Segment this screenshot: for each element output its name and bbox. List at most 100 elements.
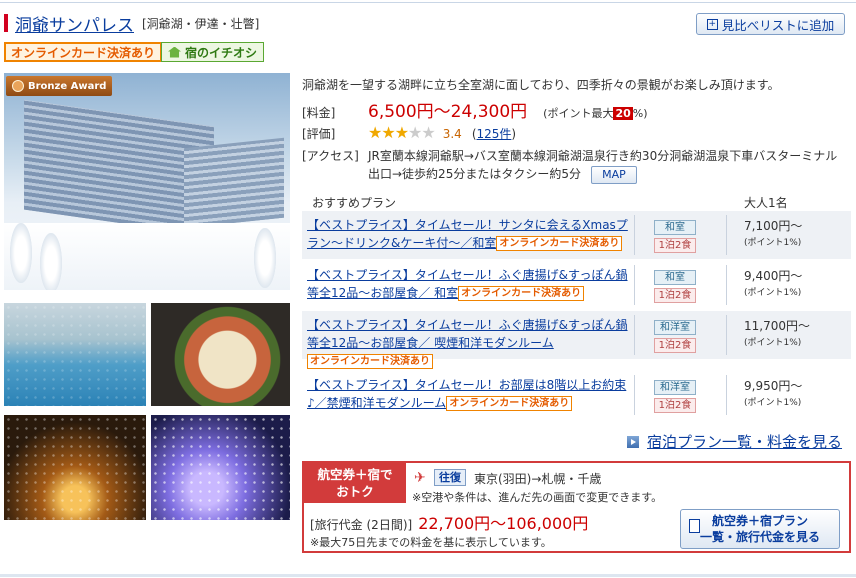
room-type-tag: 和洋室	[654, 320, 696, 335]
plan-header-label: おすすめプラン	[312, 196, 397, 210]
air-price-range: 22,700円〜106,000円	[418, 514, 589, 533]
meal-tag: 1泊2食	[654, 238, 696, 253]
plan-row: 【ベストプライス】タイムセール！サンタに会えるXmasプラン〜ドリンク&ケーキ付…	[302, 211, 851, 259]
column-divider	[634, 265, 635, 305]
illumination-photo[interactable]	[151, 415, 290, 520]
column-divider	[726, 265, 727, 305]
hotel-main-photo[interactable]: Bronze Award	[4, 73, 290, 290]
rating-row: [評価] ★★★★★ 3.4 (125件)	[302, 123, 516, 142]
plan-price: 9,400円〜	[744, 269, 803, 283]
online-payment-tag: オンラインカード決済あり	[446, 396, 573, 411]
plan-name: 【ベストプライス】タイムセール！ふぐ唐揚げ&すっぽん鍋等全12品〜お部屋食／ 喫…	[307, 316, 632, 370]
arrow-square-icon	[627, 435, 639, 448]
review-count-link[interactable]: 125件	[477, 127, 512, 141]
column-divider	[634, 215, 635, 255]
photo-texture	[151, 415, 290, 520]
rating-stars: ★★★★★	[368, 123, 436, 142]
online-payment-tag: オンラインカード決済あり	[496, 236, 623, 251]
bronze-award-badge: Bronze Award	[6, 76, 112, 96]
top-divider	[0, 2, 856, 3]
hotel-description: 洞爺湖を一望する湖畔に立ち全室湖に面しており、四季折々の景観がお楽しみ頂けます。	[302, 78, 780, 92]
map-button[interactable]: MAP	[590, 165, 637, 184]
plan-point: (ポイント1%)	[744, 338, 802, 348]
plan-link[interactable]: 【ベストプライス】タイムセール！ふぐ唐揚げ&すっぽん鍋等全12品〜お部屋食／ 喫…	[307, 318, 628, 350]
meal-tag: 1泊2食	[654, 398, 696, 413]
air-price-note: ※最大75日先までの料金を基に表示しています。	[310, 536, 552, 549]
plan-list-link-label: 宿泊プラン一覧・料金を見る	[647, 433, 843, 451]
price-label: [料金]	[302, 106, 336, 120]
price-row: [料金] 6,500円〜24,300円 (ポイント最大 20%)	[302, 97, 648, 122]
air-hotel-package-box: 航空券＋宿で おトク ✈ 往復 東京(羽田)→札幌・千歳 ※空港や条件は、進んだ…	[302, 461, 851, 553]
hotel-title-bar: 洞爺サンパレス [洞爺湖・伊達・壮瞥]	[4, 11, 260, 36]
plan-name: 【ベストプライス】タイムセール！サンタに会えるXmasプラン〜ドリンク&ケーキ付…	[307, 216, 632, 252]
recommended-badge: 宿のイチオシ	[161, 42, 265, 62]
house-icon	[168, 46, 181, 58]
photo-texture	[4, 303, 146, 406]
airplane-icon: ✈	[414, 470, 426, 486]
point-note-suffix: %)	[632, 107, 648, 120]
point-note-prefix: (ポイント最大	[543, 107, 614, 120]
air-package-label: 航空券＋宿で おトク	[304, 463, 406, 503]
photo-texture	[4, 415, 146, 520]
plan-price: 9,950円〜	[744, 379, 803, 393]
plan-point: (ポイント1%)	[744, 288, 802, 298]
plan-name: 【ベストプライス】タイムセール！お部屋は8階以上お約束♪／禁煙和洋モダンルームオ…	[307, 376, 632, 412]
air-button-line2: 一覧・旅行代金を見る	[699, 530, 820, 544]
plan-list-link[interactable]: 宿泊プラン一覧・料金を見る	[627, 431, 842, 452]
photo-tree	[40, 233, 62, 290]
room-type-tag: 和室	[654, 270, 696, 285]
photo-building-wing	[184, 137, 284, 229]
air-price-row: [旅行代金 (2日間)] 22,700円〜106,000円	[310, 510, 588, 534]
meal-tag: 1泊2食	[654, 338, 696, 353]
plan-name: 【ベストプライス】タイムセール！ふぐ唐揚げ&すっぽん鍋等全12品〜お部屋食／ 和…	[307, 266, 632, 302]
hotel-area: [洞爺湖・伊達・壮瞥]	[142, 16, 260, 31]
title-marker	[4, 14, 8, 32]
online-payment-badge: オンラインカード決済あり	[4, 42, 163, 62]
column-divider	[634, 315, 635, 355]
plan-row: 【ベストプライス】タイムセール！ふぐ唐揚げ&すっぽん鍋等全12品〜お部屋食／ 和…	[302, 261, 851, 309]
column-divider	[726, 375, 727, 415]
price-range: 6,500円〜24,300円	[368, 102, 528, 122]
air-hotel-plan-button[interactable]: 航空券＋宿プラン 一覧・旅行代金を見る	[680, 509, 840, 549]
access-row: [アクセス]	[302, 147, 368, 164]
food-photo[interactable]	[151, 303, 290, 406]
column-divider	[726, 315, 727, 355]
plan-row: 【ベストプライス】タイムセール！お部屋は8階以上お約束♪／禁煙和洋モダンルームオ…	[302, 371, 851, 419]
online-payment-tag: オンラインカード決済あり	[307, 354, 433, 369]
add-to-compare-button[interactable]: + 見比べリストに追加	[696, 13, 845, 35]
plan-table-header: おすすめプラン 大人1名	[302, 192, 851, 210]
document-icon	[689, 519, 700, 533]
column-divider	[634, 375, 635, 415]
plan-price: 7,100円〜	[744, 219, 803, 233]
award-label: Bronze Award	[28, 80, 107, 92]
point-max-badge: 20	[613, 107, 633, 120]
plan-price: 11,700円〜	[744, 319, 810, 333]
plus-box-icon: +	[706, 18, 718, 30]
candle-photo[interactable]	[4, 415, 146, 520]
photo-tree	[10, 223, 32, 283]
round-trip-badge: 往復	[434, 469, 466, 486]
hotel-name-link[interactable]: 洞爺サンパレス	[15, 11, 134, 36]
plan-row: 【ベストプライス】タイムセール！ふぐ唐揚げ&すっぽん鍋等全12品〜お部屋食／ 喫…	[302, 311, 851, 369]
online-payment-tag: オンラインカード決済あり	[458, 286, 585, 301]
room-type-tag: 和洋室	[654, 380, 696, 395]
air-label-line1: 航空券＋宿で	[317, 467, 393, 482]
column-divider	[726, 215, 727, 255]
plan-point: (ポイント1%)	[744, 238, 802, 248]
review-count-wrap: (125件)	[471, 127, 517, 141]
price-header-label: 大人1名	[744, 196, 788, 210]
recommended-badge-label: 宿のイチオシ	[185, 45, 258, 60]
room-type-tag: 和室	[654, 220, 696, 235]
point-note: (ポイント最大 20%)	[543, 105, 648, 121]
photo-tree	[254, 228, 276, 288]
air-button-line1: 航空券＋宿プラン	[711, 514, 808, 528]
air-price-label: [旅行代金 (2日間)]	[310, 518, 413, 532]
pool-photo[interactable]	[4, 303, 146, 406]
airport-note: ※空港や条件は、進んだ先の画面で変更できます。	[412, 491, 663, 504]
rating-label: [評価]	[302, 127, 336, 141]
access-label: [アクセス]	[302, 149, 359, 163]
air-label-line2: おトク	[336, 484, 374, 499]
bottom-divider	[0, 574, 856, 577]
rating-score: 3.4	[442, 127, 462, 141]
medal-icon	[12, 80, 24, 92]
